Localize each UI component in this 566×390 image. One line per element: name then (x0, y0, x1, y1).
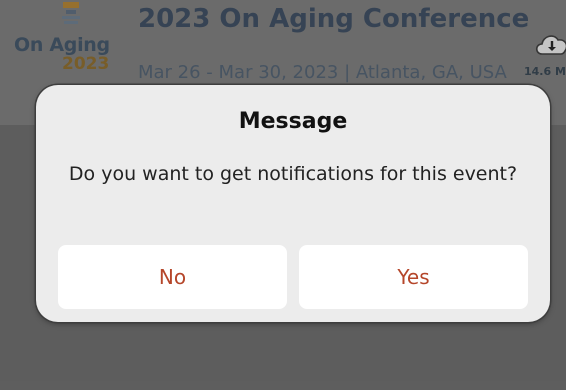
dialog-message: Do you want to get notifications for thi… (68, 163, 518, 185)
dialog-title: Message (238, 109, 348, 134)
yes-button[interactable]: Yes (299, 245, 528, 309)
no-button[interactable]: No (58, 245, 287, 309)
notification-dialog: Message Do you want to get notifications… (36, 85, 550, 322)
